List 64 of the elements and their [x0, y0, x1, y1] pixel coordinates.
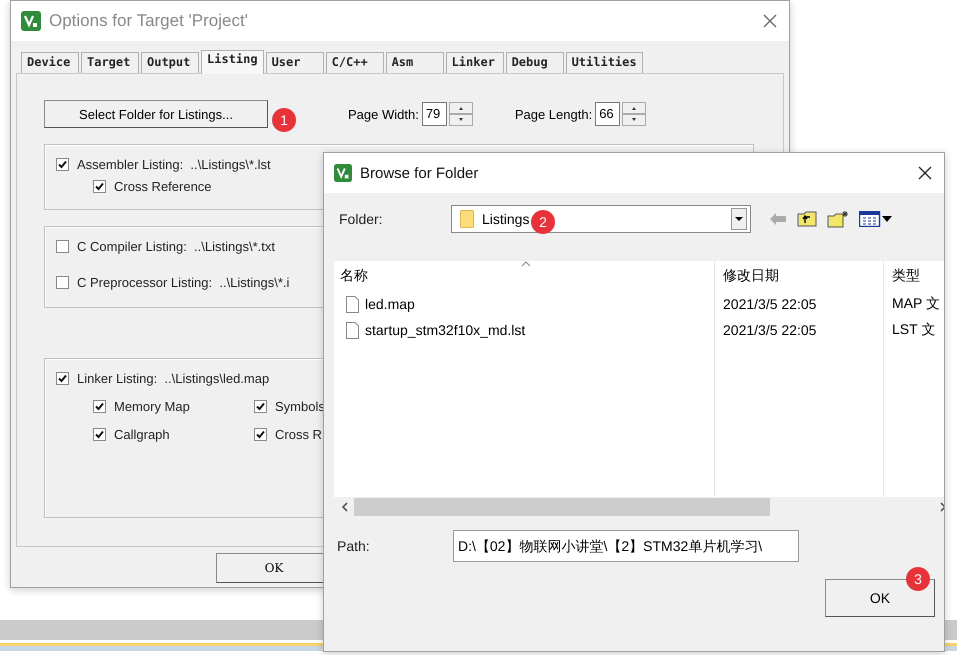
- tab[interactable]: User: [266, 52, 324, 73]
- column-header[interactable]: 修改日期: [715, 261, 884, 291]
- tab[interactable]: Utilities: [566, 52, 643, 73]
- checkbox[interactable]: [93, 400, 106, 412]
- file-name[interactable]: startup_stm32f10x_md.lst: [365, 322, 526, 338]
- checkbox[interactable]: [254, 400, 267, 412]
- checkbox[interactable]: [93, 428, 106, 440]
- tab[interactable]: Output: [141, 52, 199, 73]
- checkbox-label: Callgraph: [114, 426, 170, 442]
- checkbox[interactable]: [56, 276, 69, 288]
- table-cell: 2021/3/5 22:05: [715, 291, 884, 317]
- checkbox[interactable]: [254, 428, 267, 440]
- checkbox-label: Linker Listing: ..\Listings\led.map: [77, 370, 270, 386]
- spinner-icon[interactable]: [622, 102, 646, 126]
- checkbox[interactable]: [93, 180, 106, 192]
- close-icon[interactable]: [918, 166, 932, 180]
- checkbox-label: Assembler Listing: ..\Listings\*.lst: [77, 156, 271, 172]
- file-icon: [346, 322, 359, 338]
- window-title: Options for Target 'Project': [49, 11, 249, 31]
- step-badge: 3: [906, 567, 930, 591]
- page-width-field[interactable]: 79: [422, 102, 447, 126]
- field-label: Page Width:: [348, 106, 419, 122]
- checkbox-label: C Compiler Listing: ..\Listings\*.txt: [77, 238, 275, 254]
- tab[interactable]: Listing: [201, 50, 264, 74]
- folder-icon: [460, 210, 474, 228]
- field-label: Folder:: [339, 211, 384, 227]
- caret-icon: [731, 208, 747, 230]
- tab[interactable]: Debug: [506, 52, 564, 73]
- tab[interactable]: Linker: [446, 52, 504, 73]
- page-length-field[interactable]: 66: [595, 102, 620, 126]
- file-icon: [346, 296, 359, 312]
- window-title: Browse for Folder: [360, 164, 480, 182]
- checkbox[interactable]: [56, 158, 69, 170]
- field-label: Page Length:: [514, 106, 592, 122]
- select-folder-button[interactable]: Select Folder for Listings...: [44, 100, 268, 128]
- field-label: Path:: [337, 538, 371, 554]
- step-badge: 1: [272, 108, 296, 132]
- checkbox-label: Cross R: [275, 426, 322, 442]
- tab[interactable]: C/C++: [326, 52, 384, 73]
- column-header[interactable]: 名称: [334, 261, 715, 291]
- sort-caret-icon: [521, 261, 531, 267]
- checkbox[interactable]: [56, 372, 69, 384]
- horizontal-scrollbar[interactable]: [334, 497, 944, 517]
- table-cell-text: LST 文: [891, 320, 936, 339]
- app-logo-icon: [21, 11, 41, 31]
- column-header[interactable]: 类型: [884, 261, 944, 291]
- file-name[interactable]: led.map: [365, 296, 415, 312]
- scroll-left-icon[interactable]: [340, 502, 350, 512]
- spinner-icon[interactable]: [448, 102, 473, 126]
- folder-up-icon[interactable]: [797, 211, 817, 227]
- tab[interactable]: Target: [81, 52, 139, 73]
- new-folder-icon[interactable]: [827, 210, 849, 228]
- checkbox-label: C Preprocessor Listing: ..\Listings\*.i: [77, 274, 290, 290]
- checkbox-label: Memory Map: [114, 398, 190, 414]
- tab[interactable]: Asm: [386, 52, 444, 73]
- app-logo-icon: [334, 164, 352, 182]
- view-menu-icon[interactable]: [859, 211, 893, 227]
- table-cell-text: MAP 文: [891, 294, 941, 313]
- checkbox-label: Cross Reference: [114, 178, 212, 194]
- tab[interactable]: Device: [21, 52, 79, 73]
- checkbox[interactable]: [56, 240, 69, 252]
- path-field[interactable]: D:\【02】物联网小讲堂\【2】STM32单片机学习\: [453, 530, 799, 562]
- table-cell: 2021/3/5 22:05: [715, 317, 884, 343]
- checkbox-label: Symbols: [275, 398, 325, 414]
